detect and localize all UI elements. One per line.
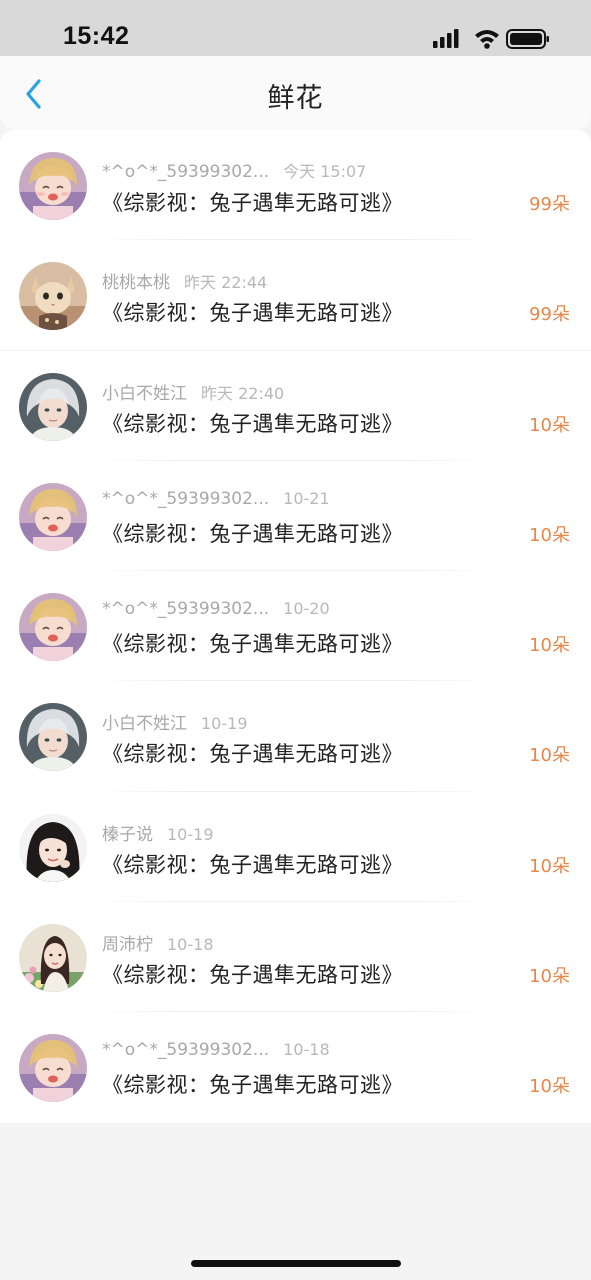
signal-icon	[433, 29, 459, 48]
anime-blonde-avatar-icon	[19, 1034, 87, 1103]
flower-count: 99朵	[529, 194, 570, 215]
user-name[interactable]: *^o^*_59399302...	[102, 489, 269, 509]
avatar[interactable]	[19, 924, 87, 993]
user-name[interactable]: 周沛柠	[102, 930, 153, 955]
item-time: 10-18	[283, 1040, 330, 1060]
nav-bar: 鲜花	[0, 56, 591, 130]
user-name[interactable]: *^o^*_59399302...	[102, 599, 269, 619]
avatar[interactable]	[19, 703, 87, 772]
anime-silver-hair-avatar-icon	[19, 703, 87, 772]
item-meta: 小白不姓江 10-19	[102, 709, 248, 734]
status-icons	[433, 27, 553, 51]
user-name[interactable]: 桃桃本桃	[102, 268, 170, 293]
flower-count: 10朵	[529, 966, 570, 988]
flower-count: 10朵	[529, 414, 570, 436]
book-title: 《综影视：兔子遇隼无路可逃》	[102, 521, 403, 546]
item-meta: 榛子说 10-19	[102, 820, 214, 845]
item-meta: 周沛柠 10-18	[102, 930, 214, 955]
user-name[interactable]: 小白不姓江	[102, 709, 187, 734]
avatar[interactable]	[19, 593, 87, 662]
book-title: 《综影视：兔子遇隼无路可逃》	[102, 632, 403, 657]
avatar[interactable]	[19, 372, 87, 441]
avatar[interactable]	[19, 1034, 87, 1103]
avatar[interactable]	[19, 813, 87, 882]
status-time: 15:42	[63, 22, 130, 50]
item-meta: *^o^*_59399302... 今天 15:07	[102, 158, 366, 182]
user-name[interactable]: *^o^*_59399302...	[102, 162, 269, 182]
book-title: 《综影视：兔子遇隼无路可逃》	[102, 411, 403, 436]
wifi-icon	[475, 30, 499, 49]
book-title: 《综影视：兔子遇隼无路可逃》	[102, 191, 403, 215]
book-title: 《综影视：兔子遇隼无路可逃》	[102, 301, 403, 326]
list-item[interactable]: *^o^*_59399302... 10-21 《综影视：兔子遇隼无路可逃》 10…	[0, 461, 591, 572]
book-title: 《综影视：兔子遇隼无路可逃》	[102, 1073, 403, 1098]
item-time: 10-19	[201, 714, 248, 734]
list-item[interactable]: *^o^*_59399302... 10-20 《综影视：兔子遇隼无路可逃》 10…	[0, 571, 591, 682]
home-indicator[interactable]	[191, 1260, 401, 1267]
avatar[interactable]	[19, 262, 87, 331]
item-time: 10-19	[167, 824, 214, 844]
book-title: 《综影视：兔子遇隼无路可逃》	[102, 852, 403, 877]
girl-flowers-avatar-icon	[19, 924, 87, 993]
item-meta: 桃桃本桃 昨天 22:44	[102, 268, 267, 293]
battery-icon	[506, 29, 549, 49]
status-bar: 15:42	[0, 0, 591, 56]
item-time: 昨天 22:44	[184, 273, 268, 293]
item-time: 昨天 22:40	[201, 383, 285, 403]
user-name[interactable]: 小白不姓江	[102, 379, 187, 404]
list-item[interactable]: 榛子说 10-19 《综影视：兔子遇隼无路可逃》 10朵	[0, 792, 591, 903]
item-time: 10-21	[283, 488, 330, 508]
user-name[interactable]: 榛子说	[102, 820, 153, 845]
list-item[interactable]: 小白不姓江 昨天 22:40 《综影视：兔子遇隼无路可逃》 10朵	[0, 351, 591, 461]
anime-blonde-avatar-icon	[19, 593, 87, 662]
anime-silver-hair-avatar-icon	[19, 372, 87, 441]
book-title: 《综影视：兔子遇隼无路可逃》	[102, 742, 403, 767]
cat-avatar-icon	[19, 262, 87, 331]
avatar[interactable]	[19, 482, 87, 551]
flower-count: 10朵	[529, 745, 570, 767]
item-meta: *^o^*_59399302... 10-21	[102, 489, 330, 509]
flower-count: 10朵	[529, 524, 570, 546]
item-time: 10-18	[167, 935, 214, 955]
list-item[interactable]: 小白不姓江 10-19 《综影视：兔子遇隼无路可逃》 10朵	[0, 681, 591, 792]
flower-count: 99朵	[529, 304, 570, 326]
item-time: 10-20	[283, 599, 330, 619]
anime-blonde-avatar-icon	[19, 482, 87, 551]
list-item[interactable]: *^o^*_59399302... 10-18 《综影视：兔子遇隼无路可逃》 10…	[0, 1012, 591, 1122]
anime-blonde-avatar-icon	[19, 152, 87, 220]
item-meta: *^o^*_59399302... 10-20	[102, 599, 330, 619]
flower-count: 10朵	[529, 635, 570, 657]
list-item[interactable]: 周沛柠 10-18 《综影视：兔子遇隼无路可逃》 10朵	[0, 902, 591, 1013]
flower-count: 10朵	[529, 1076, 570, 1098]
page-title: 鲜花	[267, 83, 324, 114]
list-item[interactable]: 桃桃本桃 昨天 22:44 《综影视：兔子遇隼无路可逃》 99朵	[0, 240, 591, 351]
flower-count: 10朵	[529, 855, 570, 877]
item-time: 今天 15:07	[283, 162, 367, 181]
item-meta: 小白不姓江 昨天 22:40	[102, 379, 284, 404]
book-title: 《综影视：兔子遇隼无路可逃》	[102, 963, 403, 988]
avatar[interactable]	[19, 152, 87, 220]
item-meta: *^o^*_59399302... 10-18	[102, 1040, 330, 1060]
user-name[interactable]: *^o^*_59399302...	[102, 1040, 269, 1060]
flower-list: *^o^*_59399302... 今天 15:07 《综影视：兔子遇隼无路可逃》…	[0, 130, 591, 1123]
list-item[interactable]: *^o^*_59399302... 今天 15:07 《综影视：兔子遇隼无路可逃》…	[0, 130, 591, 241]
girl-dark-hair-avatar-icon	[19, 813, 87, 882]
